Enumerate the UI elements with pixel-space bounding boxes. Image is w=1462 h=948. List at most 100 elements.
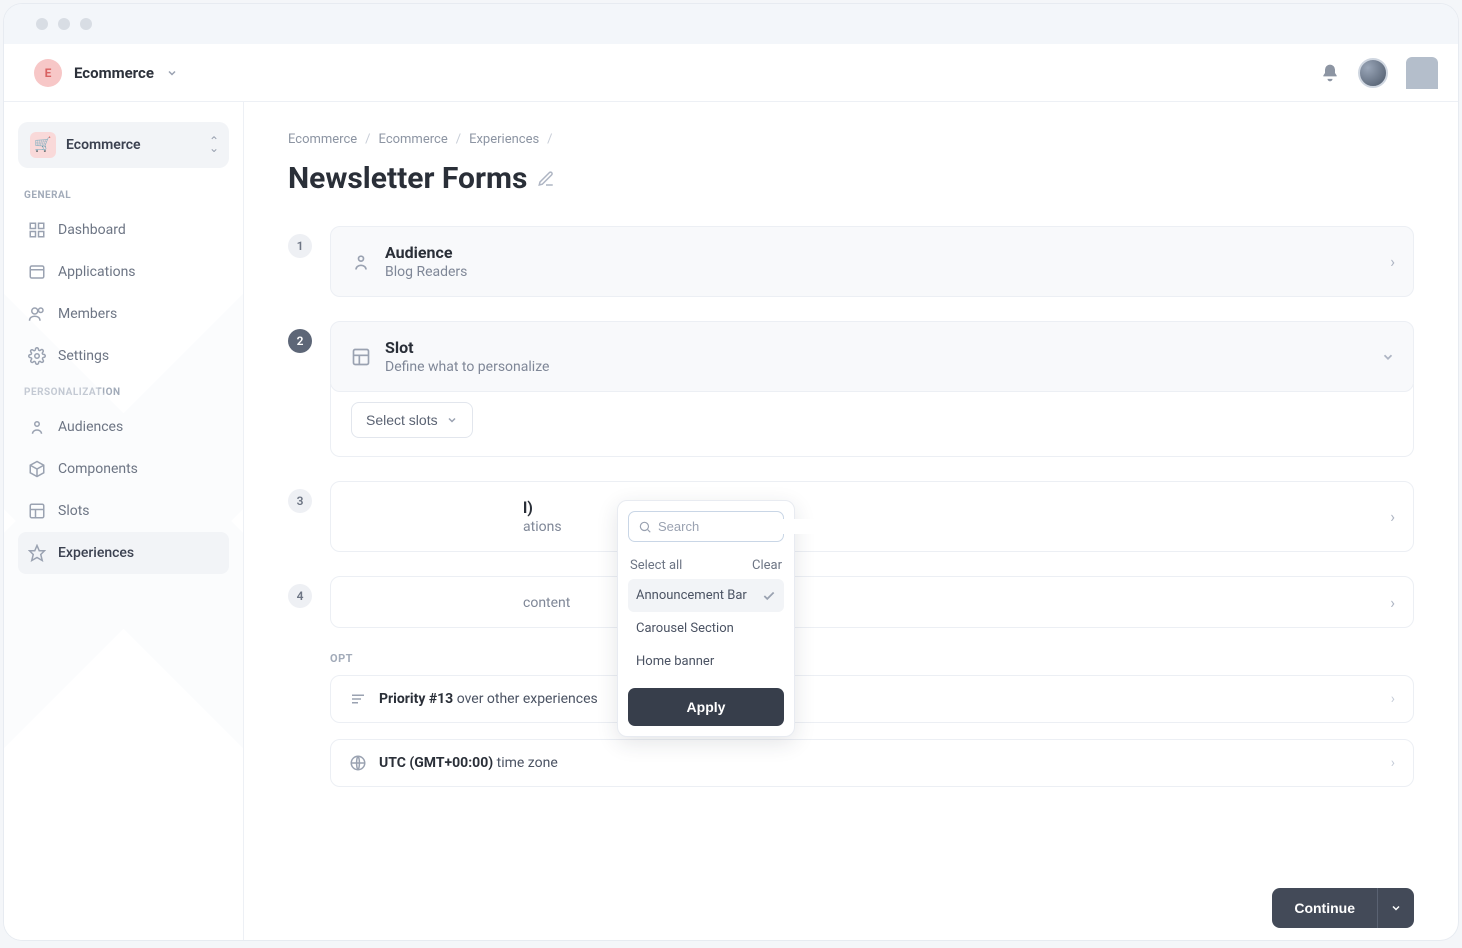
- step-subtitle: Define what to personalize: [385, 359, 549, 375]
- chevron-down-icon: [446, 414, 458, 426]
- sidebar-item-label: Applications: [58, 264, 136, 280]
- gear-icon: [28, 347, 46, 365]
- edit-icon[interactable]: [537, 170, 555, 188]
- step-card-3[interactable]: l) ations ›: [330, 481, 1414, 552]
- step-badge-1: 1: [288, 234, 312, 258]
- clear-link[interactable]: Clear: [752, 558, 782, 573]
- globe-icon: [349, 754, 367, 772]
- notifications-icon[interactable]: [1320, 63, 1340, 83]
- step-title: Slot: [385, 338, 549, 357]
- step-subtitle-fragment: ations: [523, 519, 562, 535]
- priority-text: over other experiences: [453, 691, 598, 707]
- search-icon: [638, 520, 652, 534]
- option-timezone[interactable]: UTC (GMT+00:00) time zone ›: [330, 739, 1414, 787]
- sidebar-item-settings[interactable]: Settings: [18, 335, 229, 377]
- option-priority[interactable]: Priority #13 over other experiences ›: [330, 675, 1414, 723]
- options-section-label: OPT: [330, 652, 1414, 665]
- timezone-value: UTC (GMT+00:00): [379, 755, 493, 771]
- workspace-name: Ecommerce: [66, 137, 141, 153]
- chevron-right-icon: ›: [1391, 691, 1395, 707]
- step-card-slot[interactable]: Slot Define what to personalize: [330, 321, 1414, 392]
- chevron-right-icon: ›: [1390, 252, 1395, 271]
- sidebar-section-personalization: PERSONALIZATION: [24, 387, 223, 398]
- workspace-switcher[interactable]: 🛒 Ecommerce ⌃⌄: [18, 122, 229, 168]
- crumb[interactable]: Ecommerce: [288, 132, 357, 147]
- sidebar-item-audiences[interactable]: Audiences: [18, 406, 229, 448]
- chevron-down-icon: [1381, 350, 1395, 364]
- step-subtitle-fragment: content: [523, 595, 570, 611]
- sidebar-item-label: Slots: [58, 503, 90, 519]
- crumb-separator: /: [365, 132, 370, 147]
- chevron-right-icon: ›: [1390, 507, 1395, 526]
- star-icon: [28, 544, 46, 562]
- grid-icon: [28, 221, 46, 239]
- users-icon: [28, 305, 46, 323]
- window-controls: [4, 4, 1458, 44]
- sidebar-item-members[interactable]: Members: [18, 293, 229, 335]
- dropdown-item-label: Home banner: [636, 654, 714, 669]
- step-badge-2: 2: [288, 329, 312, 353]
- audience-icon: [351, 252, 371, 272]
- priority-value: Priority #13: [379, 691, 453, 707]
- priority-icon: [349, 690, 367, 708]
- slots-dropdown: Select all Clear Announcement Bar Carous…: [617, 500, 795, 737]
- apply-button[interactable]: Apply: [628, 688, 784, 726]
- window-dot: [58, 18, 70, 30]
- chevron-right-icon: ›: [1391, 755, 1395, 771]
- crumb[interactable]: Experiences: [469, 132, 539, 147]
- crumb[interactable]: Ecommerce: [379, 132, 448, 147]
- dropdown-item-label: Carousel Section: [636, 621, 734, 636]
- step-card-audience[interactable]: Audience Blog Readers ›: [330, 226, 1414, 297]
- timezone-text: time zone: [493, 755, 558, 771]
- select-slots-label: Select slots: [366, 412, 438, 428]
- crumb-separator: /: [547, 132, 552, 147]
- continue-split-button[interactable]: [1377, 888, 1414, 928]
- sidebar-item-label: Settings: [58, 348, 109, 364]
- layout-icon: [351, 347, 371, 367]
- dropdown-item[interactable]: Announcement Bar: [628, 579, 784, 612]
- layout-icon: [28, 502, 46, 520]
- check-icon: [762, 589, 776, 603]
- step-badge-3: 3: [288, 489, 312, 513]
- sidebar-item-components[interactable]: Components: [18, 448, 229, 490]
- user-avatar[interactable]: [1358, 58, 1388, 88]
- breadcrumb: Ecommerce / Ecommerce / Experiences /: [288, 132, 1414, 147]
- window-dot: [36, 18, 48, 30]
- search-field-wrap[interactable]: [628, 511, 784, 542]
- sidebar-item-label: Experiences: [58, 545, 134, 561]
- chevron-down-icon: [1390, 902, 1402, 914]
- dropdown-item[interactable]: Home banner: [628, 645, 784, 678]
- select-all-link[interactable]: Select all: [630, 558, 682, 573]
- window-dot: [80, 18, 92, 30]
- crumb-separator: /: [456, 132, 461, 147]
- step-title: Audience: [385, 243, 467, 262]
- sidebar-item-experiences[interactable]: Experiences: [18, 532, 229, 574]
- brand-name: Ecommerce: [74, 64, 154, 82]
- sidebar-item-applications[interactable]: Applications: [18, 251, 229, 293]
- chevron-down-icon: [166, 67, 178, 79]
- dropdown-item[interactable]: Carousel Section: [628, 612, 784, 645]
- sidebar-item-slots[interactable]: Slots: [18, 490, 229, 532]
- step-card-4[interactable]: content ›: [330, 576, 1414, 628]
- audience-icon: [28, 418, 46, 436]
- step-badge-4: 4: [288, 584, 312, 608]
- sidebar-item-label: Dashboard: [58, 222, 126, 238]
- sidebar-item-label: Audiences: [58, 419, 123, 435]
- chevron-right-icon: ›: [1390, 593, 1395, 612]
- step-title-fragment: l): [523, 498, 562, 517]
- dropdown-item-label: Announcement Bar: [636, 588, 747, 603]
- continue-button[interactable]: Continue: [1272, 888, 1377, 928]
- chevrons-updown-icon: ⌃⌄: [209, 138, 219, 152]
- select-slots-button[interactable]: Select slots: [351, 402, 473, 438]
- sidebar-item-dashboard[interactable]: Dashboard: [18, 209, 229, 251]
- search-input[interactable]: [658, 519, 834, 534]
- window-icon: [28, 263, 46, 281]
- brand-dropdown[interactable]: E Ecommerce: [4, 59, 244, 87]
- cart-icon: 🛒: [30, 132, 56, 158]
- sidebar-section-general: GENERAL: [24, 190, 223, 201]
- brand-badge: E: [34, 59, 62, 87]
- cube-icon: [28, 460, 46, 478]
- sidebar-item-label: Components: [58, 461, 138, 477]
- sidebar-item-label: Members: [58, 306, 117, 322]
- step-subtitle: Blog Readers: [385, 264, 467, 280]
